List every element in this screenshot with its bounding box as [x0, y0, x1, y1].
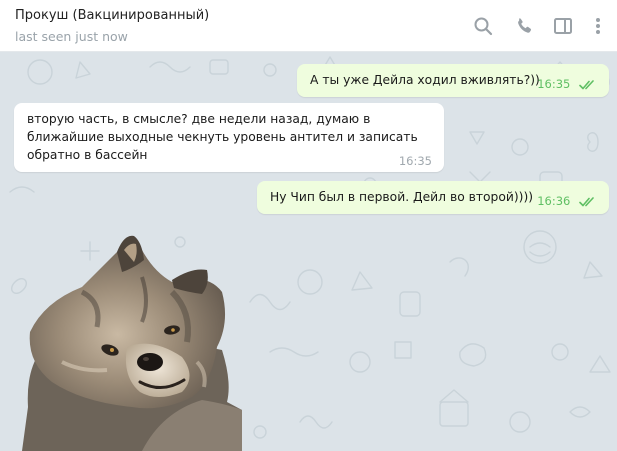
message-meta: 16:35	[537, 75, 597, 93]
chat-area[interactable]: А ты уже Дейла ходил вживлять?)) 16:35 в…	[0, 52, 617, 451]
message-meta: 16:35	[399, 152, 432, 170]
message-line: ближайшие выходные чекнуть уровень антит…	[27, 130, 418, 144]
message-bubble-incoming[interactable]: вторую часть, в смысле? две недели назад…	[14, 103, 444, 172]
message-time: 16:35	[537, 77, 571, 91]
message-time: 16:36	[537, 194, 571, 208]
last-seen-status: last seen just now	[15, 29, 128, 44]
message-text: А ты уже Дейла ходил вживлять?))	[310, 73, 540, 87]
message-line: вторую часть, в смысле? две недели назад…	[27, 112, 371, 126]
message-text: вторую часть, в смысле? две недели назад…	[27, 110, 418, 164]
message-bubble-outgoing[interactable]: Ну Чип был в первой. Дейл во второй)))) …	[257, 181, 609, 214]
message-text: Ну Чип был в первой. Дейл во второй))))	[270, 190, 534, 204]
message-bubble-outgoing[interactable]: А ты уже Дейла ходил вживлять?)) 16:35	[297, 64, 609, 97]
double-check-icon	[579, 196, 594, 206]
double-check-icon	[579, 79, 594, 89]
message-meta: 16:36	[537, 192, 597, 210]
message-line: обратно в бассейн	[27, 148, 148, 162]
sidebar-toggle-icon[interactable]	[551, 14, 575, 38]
chat-header: Прокуш (Вакцинированный) last seen just …	[0, 0, 617, 52]
search-icon[interactable]	[471, 14, 495, 38]
more-vertical-icon[interactable]	[586, 14, 610, 38]
chat-title[interactable]: Прокуш (Вакцинированный)	[15, 8, 209, 23]
wolf-sticker[interactable]	[22, 232, 242, 451]
phone-icon[interactable]	[512, 14, 536, 38]
message-time: 16:35	[398, 154, 432, 168]
